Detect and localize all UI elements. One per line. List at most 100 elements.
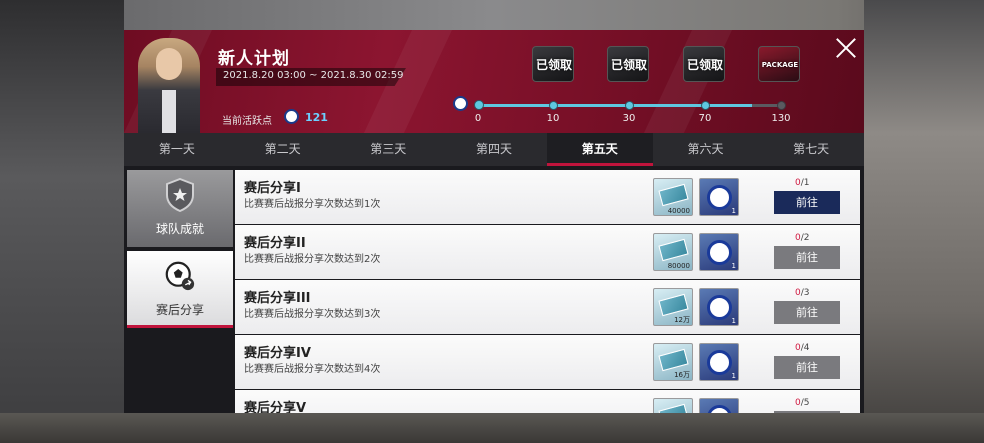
- item-reward[interactable]: 1: [699, 343, 739, 381]
- task-description: 比赛赛后战报分享次数达到1次: [244, 199, 381, 210]
- cash-reward[interactable]: [653, 398, 693, 413]
- milestone-value: 130: [771, 113, 791, 124]
- event-panel: 新人计划 2021.8.20 03:00 ~ 2021.8.30 02:59 当…: [124, 30, 864, 413]
- milestone-node: [625, 101, 634, 110]
- task-row: 赛后分享IV 比赛赛后战报分享次数达到4次 16万 1 0/4 前往: [235, 335, 860, 389]
- ball-icon: [707, 185, 732, 210]
- cash-reward[interactable]: 80000: [653, 233, 693, 271]
- day-tabs: 第一天 第二天 第三天 第四天 第五天 第六天 第七天: [124, 133, 864, 166]
- task-name: 赛后分享III: [244, 291, 311, 306]
- milestone-reward-box[interactable]: 已领取: [607, 46, 649, 82]
- tab-day-7[interactable]: 第七天: [758, 133, 864, 166]
- sidebar-item-label: 球队成就: [155, 222, 204, 236]
- shield-star-icon: [166, 178, 194, 212]
- item-reward[interactable]: [699, 398, 739, 413]
- event-header: 新人计划 2021.8.20 03:00 ~ 2021.8.30 02:59 当…: [124, 30, 864, 133]
- task-progress: 0/4: [795, 343, 815, 353]
- item-count: 1: [731, 372, 736, 380]
- avatar-face: [156, 48, 182, 80]
- tab-day-1[interactable]: 第一天: [124, 133, 230, 166]
- milestone-value: 30: [622, 113, 636, 124]
- activity-points-icon: [284, 109, 299, 124]
- cash-icon: [658, 403, 689, 413]
- milestone-value: 70: [698, 113, 712, 124]
- close-button[interactable]: [835, 37, 857, 59]
- milestone-reward-box[interactable]: 已领取: [532, 46, 574, 82]
- milestone-package-box[interactable]: PACKAGE: [758, 46, 800, 82]
- milestone-node: [549, 101, 558, 110]
- sidebar-item-team-achievement[interactable]: 球队成就: [127, 170, 233, 247]
- milestone-node: [701, 101, 710, 110]
- cash-icon: [658, 348, 689, 372]
- task-name: 赛后分享IV: [244, 346, 311, 361]
- progress-total: /3: [800, 288, 810, 298]
- task-progress: 0/1: [795, 178, 815, 188]
- tab-day-3[interactable]: 第三天: [335, 133, 441, 166]
- milestone-reward-box[interactable]: 已领取: [683, 46, 725, 82]
- task-progress: 0/3: [795, 288, 815, 298]
- progress-total: /2: [800, 233, 810, 243]
- background-bottom: [0, 413, 984, 443]
- tab-day-4[interactable]: 第四天: [441, 133, 547, 166]
- task-description: 比赛赛后战报分享次数达到2次: [244, 254, 381, 265]
- task-row: 赛后分享III 比赛赛后战报分享次数达到3次 12万 1 0/3 前往: [235, 280, 860, 334]
- event-date-range: 2021.8.20 03:00 ~ 2021.8.30 02:59: [223, 70, 404, 81]
- progress-total: /1: [800, 178, 810, 188]
- tab-day-2[interactable]: 第二天: [230, 133, 336, 166]
- go-button[interactable]: 前往: [774, 191, 840, 214]
- go-button[interactable]: 前往: [774, 246, 840, 269]
- task-name: 赛后分享II: [244, 236, 306, 251]
- item-count: 1: [731, 262, 736, 270]
- milestone-node: [777, 101, 786, 110]
- item-reward[interactable]: 1: [699, 233, 739, 271]
- activity-progress-fill: [478, 104, 752, 107]
- cash-reward[interactable]: 12万: [653, 288, 693, 326]
- tab-day-6[interactable]: 第六天: [653, 133, 759, 166]
- progress-total: /4: [800, 343, 810, 353]
- go-button[interactable]: [774, 411, 840, 413]
- activity-label: 当前活跃点: [222, 116, 272, 127]
- task-row: 赛后分享V 0/5: [235, 390, 860, 413]
- ball-icon: [707, 350, 732, 375]
- task-row: 赛后分享I 比赛赛后战报分享次数达到1次 40000 1 0/1 前往: [235, 170, 860, 224]
- task-progress: 0/2: [795, 233, 815, 243]
- track-points-icon: [453, 96, 468, 111]
- task-row: 赛后分享II 比赛赛后战报分享次数达到2次 80000 1 0/2 前往: [235, 225, 860, 279]
- host-avatar: [138, 38, 200, 133]
- cash-amount: 40000: [667, 207, 690, 215]
- task-progress: 0/5: [795, 398, 815, 408]
- sidebar-item-label: 赛后分享: [155, 303, 204, 317]
- milestone-claimed-label: 已领取: [686, 58, 723, 72]
- background-right: [864, 0, 984, 443]
- cash-icon: [658, 238, 689, 262]
- background-left: [0, 0, 124, 443]
- sidebar-item-match-share[interactable]: 赛后分享: [127, 251, 233, 328]
- soccer-ball-share-icon: [165, 261, 195, 291]
- item-count: 1: [731, 207, 736, 215]
- item-reward[interactable]: 1: [699, 178, 739, 216]
- category-sidebar: 球队成就 赛后分享: [127, 170, 233, 332]
- cash-icon: [658, 183, 689, 207]
- tab-day-5[interactable]: 第五天: [546, 133, 653, 166]
- milestone-claimed-label: 已领取: [535, 58, 572, 72]
- task-description: 比赛赛后战报分享次数达到3次: [244, 309, 381, 320]
- item-reward[interactable]: 1: [699, 288, 739, 326]
- cash-amount: 12万: [674, 316, 690, 324]
- cash-amount: 80000: [667, 262, 690, 270]
- ball-icon: [707, 405, 732, 413]
- cash-reward[interactable]: 16万: [653, 343, 693, 381]
- progress-total: /5: [800, 398, 810, 408]
- event-title: 新人计划: [218, 49, 290, 69]
- ball-icon: [707, 240, 732, 265]
- cash-icon: [658, 293, 689, 317]
- activity-value: 121: [305, 111, 328, 124]
- go-button[interactable]: 前往: [774, 356, 840, 379]
- task-name: 赛后分享V: [244, 401, 307, 413]
- cash-reward[interactable]: 40000: [653, 178, 693, 216]
- milestone-value: 10: [546, 113, 560, 124]
- milestone-claimed-label: 已领取: [610, 58, 647, 72]
- task-list: 赛后分享I 比赛赛后战报分享次数达到1次 40000 1 0/1 前往 赛后分享…: [235, 170, 860, 413]
- go-button[interactable]: 前往: [774, 301, 840, 324]
- ball-icon: [707, 295, 732, 320]
- item-count: 1: [731, 317, 736, 325]
